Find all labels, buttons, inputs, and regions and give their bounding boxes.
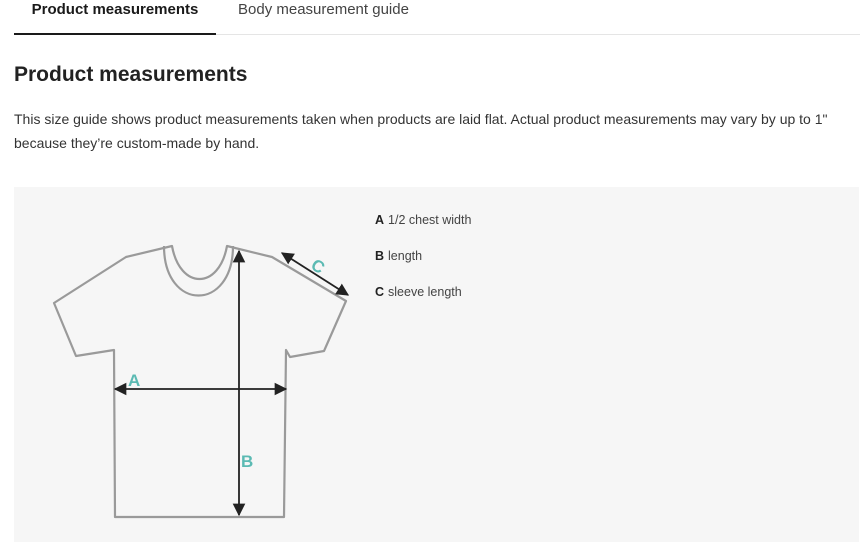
label-c: C	[308, 255, 328, 278]
legend-letter: A	[375, 213, 385, 227]
legend-letter: B	[375, 249, 385, 263]
tshirt-outline	[52, 244, 348, 519]
tab-body-measurement-guide[interactable]: Body measurement guide	[238, 0, 409, 34]
legend-letter: C	[375, 285, 385, 299]
legend-text: length	[388, 249, 423, 263]
measurement-diagram-panel: A B C A 1/2 chest width Blength Csleeve l…	[14, 187, 859, 542]
tab-bar: Product measurements Body measurement gu…	[14, 0, 860, 35]
label-a: A	[128, 371, 140, 390]
legend-item-chest-width: A 1/2 chest width	[375, 212, 471, 228]
size-guide-description: This size guide shows product measuremen…	[14, 111, 828, 151]
legend-text: sleeve length	[388, 285, 462, 299]
page-title: Product measurements	[14, 63, 248, 86]
legend-text: 1/2 chest width	[388, 213, 472, 227]
legend-item-sleeve-length: Csleeve length	[375, 284, 462, 300]
tab-product-measurements[interactable]: Product measurements	[14, 0, 216, 35]
legend-item-length: Blength	[375, 248, 422, 264]
tshirt-diagram: A B C	[52, 244, 350, 519]
label-b: B	[241, 452, 253, 471]
